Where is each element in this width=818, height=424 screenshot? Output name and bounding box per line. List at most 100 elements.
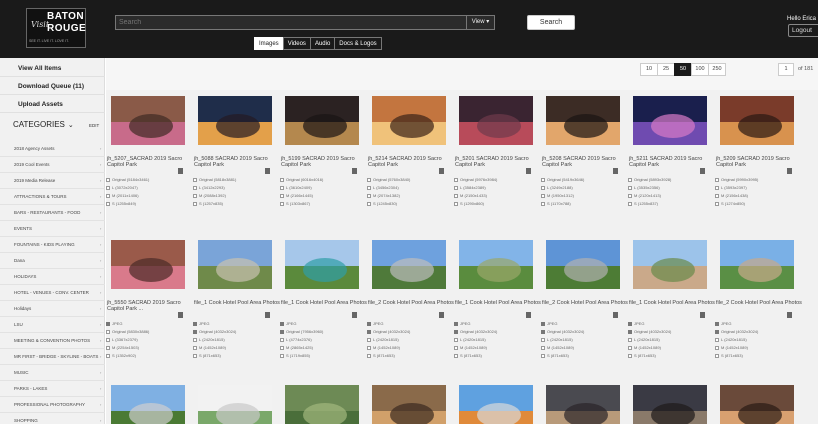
checkbox[interactable]: [280, 345, 284, 350]
checkbox[interactable]: [715, 337, 719, 342]
checkbox[interactable]: [280, 321, 284, 326]
file-icon[interactable]: [178, 312, 183, 318]
download-option[interactable]: S (871x653): [193, 353, 280, 359]
checkbox[interactable]: [367, 353, 371, 358]
asset-thumbnail[interactable]: [459, 385, 533, 424]
page-number-input[interactable]: 1: [778, 63, 794, 76]
file-icon[interactable]: [526, 168, 531, 174]
checkbox[interactable]: [628, 345, 632, 350]
checkbox[interactable]: [541, 329, 545, 334]
download-option[interactable]: JPEG: [106, 321, 193, 327]
download-option[interactable]: S (871x653): [715, 353, 802, 359]
checkbox[interactable]: [193, 201, 197, 206]
asset-card[interactable]: [280, 385, 367, 424]
asset-card[interactable]: jh_5088 SACRAD 2019 Sacro Capitol Park Or…: [193, 96, 280, 207]
category-item[interactable]: MUSIC ›: [0, 364, 105, 381]
checkbox[interactable]: [106, 177, 110, 182]
category-item[interactable]: MEETING & CONVENTION PHOTOS ›: [0, 332, 105, 349]
tab-videos[interactable]: Videos: [282, 37, 311, 50]
download-option[interactable]: Original (4032x3024): [193, 329, 280, 335]
download-option[interactable]: Original (4032x3024): [454, 329, 541, 335]
asset-thumbnail[interactable]: [285, 96, 359, 145]
download-option[interactable]: M (2166x1445): [280, 193, 367, 199]
download-option[interactable]: M (2865x1425): [280, 345, 367, 351]
download-option[interactable]: S (1245x830): [367, 201, 454, 207]
asset-thumbnail[interactable]: [198, 96, 272, 145]
checkbox[interactable]: [193, 329, 197, 334]
checkbox[interactable]: [628, 177, 632, 182]
download-option[interactable]: Original (4032x3024): [367, 329, 454, 335]
checkbox[interactable]: [106, 353, 110, 358]
asset-card[interactable]: jh_5199 SACRAD 2019 Sacro Capitol Park Or…: [280, 96, 367, 207]
checkbox[interactable]: [715, 185, 719, 190]
page-size-50[interactable]: 50: [674, 63, 692, 76]
page-size-100[interactable]: 100: [691, 63, 709, 76]
checkbox[interactable]: [454, 337, 458, 342]
file-icon[interactable]: [700, 312, 705, 318]
download-option[interactable]: S (1290x860): [454, 201, 541, 207]
download-option[interactable]: JPEG: [715, 321, 802, 327]
checkbox[interactable]: [454, 353, 458, 358]
view-dropdown[interactable]: View ▾: [466, 16, 494, 29]
download-option[interactable]: JPEG: [193, 321, 280, 327]
asset-thumbnail[interactable]: [285, 240, 359, 289]
category-item[interactable]: Dana ›: [0, 252, 105, 269]
checkbox[interactable]: [280, 193, 284, 198]
download-option[interactable]: JPEG: [541, 321, 628, 327]
download-option[interactable]: L (3584x2389): [454, 185, 541, 191]
checkbox[interactable]: [280, 329, 284, 334]
asset-card[interactable]: jh_5209 SACRAD 2019 Sacro Capitol Park Or…: [715, 96, 802, 207]
asset-thumbnail[interactable]: [111, 96, 185, 145]
asset-thumbnail[interactable]: [372, 96, 446, 145]
asset-thumbnail[interactable]: [720, 96, 794, 145]
download-option[interactable]: M (1452x1089): [715, 345, 802, 351]
asset-thumbnail[interactable]: [633, 240, 707, 289]
checkbox[interactable]: [628, 193, 632, 198]
checkbox[interactable]: [367, 193, 371, 198]
checkbox[interactable]: [106, 337, 110, 342]
sidebar-upload-assets[interactable]: Upload Assets: [0, 96, 105, 113]
asset-thumbnail[interactable]: [285, 385, 359, 424]
download-option[interactable]: Original (6016x4016): [280, 177, 367, 183]
download-option[interactable]: Original (5990x3995): [715, 177, 802, 183]
category-item[interactable]: PROFESSIONAL PHOTOGRAPHY ›: [0, 396, 105, 413]
asset-thumbnail[interactable]: [372, 385, 446, 424]
download-option[interactable]: Original (5976x3984): [454, 177, 541, 183]
download-option[interactable]: L (3412x2293): [193, 185, 280, 191]
checkbox[interactable]: [715, 193, 719, 198]
download-option[interactable]: L (4774x2376): [280, 337, 367, 343]
download-option[interactable]: Original (7956x3960): [280, 329, 367, 335]
logout-button[interactable]: Logout: [788, 24, 818, 37]
checkbox[interactable]: [193, 177, 197, 182]
asset-thumbnail[interactable]: [546, 240, 620, 289]
download-option[interactable]: Original (5818x3881): [193, 177, 280, 183]
asset-card[interactable]: file_1 Cook Hotel Pool Area Photos JPEG Or…: [628, 240, 715, 359]
download-option[interactable]: L (2420x1815): [628, 337, 715, 343]
checkbox[interactable]: [106, 193, 110, 198]
checkbox[interactable]: [628, 337, 632, 342]
checkbox[interactable]: [541, 321, 545, 326]
categories-edit-link[interactable]: EDIT: [89, 123, 99, 128]
checkbox[interactable]: [541, 185, 545, 190]
download-option[interactable]: M (2120x1413): [628, 193, 715, 199]
checkbox[interactable]: [628, 353, 632, 358]
download-option[interactable]: JPEG: [367, 321, 454, 327]
asset-card[interactable]: file_2 Cook Hotel Pool Area Photos JPEG Or…: [715, 240, 802, 359]
asset-thumbnail[interactable]: [372, 240, 446, 289]
download-option[interactable]: L (2420x1815): [193, 337, 280, 343]
asset-card[interactable]: jh_5207_SACRAD 2019 Sacro Capitol Park Or…: [106, 96, 193, 207]
search-button[interactable]: Search: [527, 15, 575, 30]
download-option[interactable]: S (871x653): [454, 353, 541, 359]
checkbox[interactable]: [628, 185, 632, 190]
checkbox[interactable]: [715, 329, 719, 334]
search-input[interactable]: [116, 16, 416, 29]
category-item[interactable]: HOTEL - VENUES - CONV. CENTER ›: [0, 284, 105, 301]
category-item[interactable]: 2019 Cool Events ›: [0, 156, 105, 173]
asset-card[interactable]: file_1 Cook Hotel Pool Area Photos JPEG Or…: [454, 240, 541, 359]
asset-card[interactable]: jh_5211 SACRAD 2019 Sacro Capitol Park Or…: [628, 96, 715, 207]
download-option[interactable]: L (2420x1815): [367, 337, 454, 343]
asset-card[interactable]: [367, 385, 454, 424]
asset-thumbnail[interactable]: [111, 240, 185, 289]
category-item[interactable]: SHOPPING ›: [0, 412, 105, 424]
download-option[interactable]: JPEG: [628, 321, 715, 327]
